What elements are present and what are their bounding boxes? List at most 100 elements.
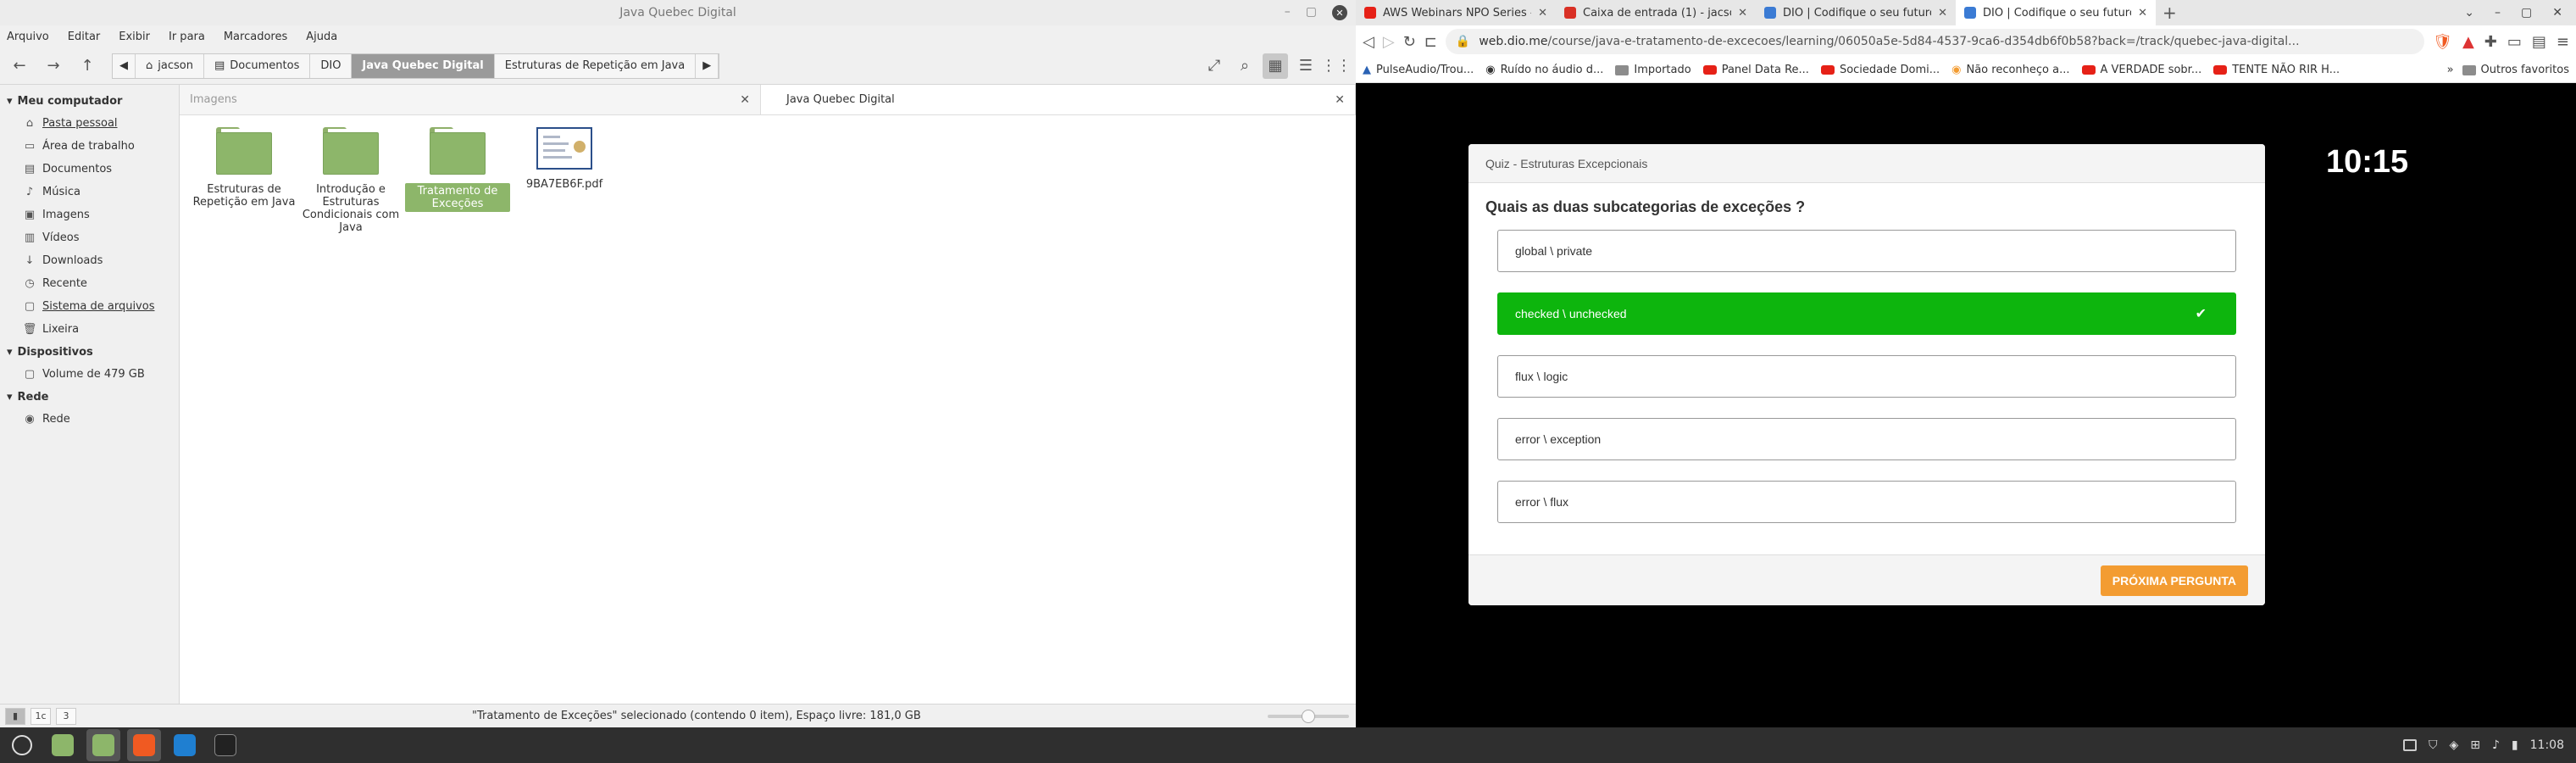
clock[interactable]: 11:08 xyxy=(2530,738,2564,752)
breadcrumb-next[interactable]: Estruturas de Repetição em Java xyxy=(495,53,697,78)
brave-shield-icon[interactable]: 🛡 xyxy=(2433,33,2452,51)
compact-view-icon[interactable]: ⋮⋮ xyxy=(1321,53,1352,79)
breadcrumb-current[interactable]: Java Quebec Digital xyxy=(352,53,495,78)
zoom-slider[interactable] xyxy=(1268,709,1349,723)
status-button-1c[interactable]: 1c xyxy=(31,707,51,725)
browser-tab[interactable]: DIO | Codifique o seu futuro glob✕ xyxy=(1756,0,1956,25)
breadcrumb-documentos[interactable]: ▤ Documentos xyxy=(204,53,311,78)
maximize-icon[interactable]: ▢ xyxy=(2521,6,2532,19)
menu-editar[interactable]: Editar xyxy=(68,31,101,43)
file-item-folder-selected[interactable]: Tratamento de Exceções xyxy=(405,122,510,234)
sidebar-item-music[interactable]: ♪ Música xyxy=(0,181,179,203)
close-icon[interactable]: ✕ xyxy=(1738,7,1747,19)
sidebar-item-network[interactable]: ◉ Rede xyxy=(0,408,179,431)
minimize-icon[interactable]: – xyxy=(1285,5,1291,20)
next-question-button[interactable]: PRÓXIMA PERGUNTA xyxy=(2100,565,2248,596)
taskbar-terminal[interactable] xyxy=(208,729,242,761)
brave-rewards-icon[interactable]: ▲ xyxy=(2462,33,2474,51)
file-item-folder[interactable]: Introdução e Estruturas Condicionais com… xyxy=(298,122,403,234)
menu-ajuda[interactable]: Ajuda xyxy=(306,31,337,43)
quiz-option[interactable]: flux \ logic xyxy=(1497,355,2236,398)
quiz-option[interactable]: global \ private xyxy=(1497,230,2236,272)
start-menu-button[interactable] xyxy=(5,729,39,761)
menu-marcadores[interactable]: Marcadores xyxy=(224,31,287,43)
sidebar-section-computer[interactable]: ▾ Meu computador xyxy=(0,90,179,112)
taskbar-vscode[interactable] xyxy=(168,729,202,761)
sidebar-item-downloads[interactable]: ↓ Downloads xyxy=(0,249,179,272)
menu-ir-para[interactable]: Ir para xyxy=(169,31,205,43)
sidebar-icon[interactable]: ▭ xyxy=(2507,33,2522,51)
forward-icon[interactable]: ▷ xyxy=(1383,33,1395,51)
close-icon[interactable]: ✕ xyxy=(1938,7,1947,19)
forward-icon[interactable]: → xyxy=(41,53,66,79)
browser-tab[interactable]: AWS Webinars NPO Series - Devop✕ xyxy=(1356,0,1556,25)
up-icon[interactable]: ↑ xyxy=(75,53,100,79)
new-tab-icon[interactable]: + xyxy=(2162,3,2177,23)
clipboard-icon[interactable] xyxy=(2402,739,2417,751)
other-bookmarks[interactable]: Outros favoritos xyxy=(2462,64,2569,76)
sidebar-toggle-icon[interactable]: ▮ xyxy=(5,707,25,725)
bookmark-item[interactable]: A VERDADE sobr... xyxy=(2081,64,2201,76)
sidebar-section-network[interactable]: ▾ Rede xyxy=(0,386,179,408)
bookmark-item[interactable]: ◉ Ruído no áudio d... xyxy=(1485,64,1603,76)
address-bar[interactable]: 🔒 web.dio.me/course/java-e-tratamento-de… xyxy=(1445,29,2425,54)
taskbar-files-launcher[interactable] xyxy=(46,729,80,761)
breadcrumb-home[interactable]: ⌂ jacson xyxy=(136,53,204,78)
quiz-option[interactable]: error \ flux xyxy=(1497,481,2236,523)
quiz-option[interactable]: error \ exception xyxy=(1497,418,2236,460)
bookmark-item[interactable]: ▲ PulseAudio/Trou... xyxy=(1363,64,1474,76)
volume-icon[interactable]: ♪ xyxy=(2492,738,2500,752)
bookmark-icon[interactable]: ⊏ xyxy=(1424,33,1437,51)
menu-icon[interactable]: ≡ xyxy=(2557,33,2569,51)
breadcrumb-left-arrow-icon[interactable]: ◀ xyxy=(113,53,136,78)
close-icon[interactable]: ✕ xyxy=(1538,7,1547,19)
breadcrumb-dio[interactable]: DIO xyxy=(310,53,353,78)
bookmark-folder[interactable]: Importado xyxy=(1615,64,1691,76)
bookmark-item[interactable]: ◉ Não reconheço a... xyxy=(1951,64,2069,76)
quiz-option-correct[interactable]: checked \ unchecked ✔ xyxy=(1497,292,2236,335)
chevron-right-icon[interactable]: » xyxy=(2447,64,2454,76)
bookmark-item[interactable]: TENTE NÃO RIR H... xyxy=(2213,64,2340,76)
taskbar-brave-window[interactable] xyxy=(127,729,161,761)
wallet-icon[interactable]: ▤ xyxy=(2532,33,2546,51)
breadcrumb-right-arrow-icon[interactable]: ▶ xyxy=(696,53,719,78)
extensions-icon[interactable]: ✚ xyxy=(2484,33,2497,51)
shield-icon[interactable]: ⛉ xyxy=(2429,738,2438,752)
tab-list-icon[interactable]: ⌄ xyxy=(2464,6,2474,19)
sidebar-item-desktop[interactable]: ▭ Área de trabalho xyxy=(0,135,179,158)
zoom-slider-knob[interactable] xyxy=(1302,709,1315,723)
sidebar-item-home[interactable]: ⌂ Pasta pessoal xyxy=(0,112,179,135)
location-toggle-icon[interactable]: ⤢ xyxy=(1202,53,1227,79)
close-icon[interactable]: ✕ xyxy=(740,93,750,107)
back-icon[interactable]: ← xyxy=(7,53,32,79)
file-view[interactable]: Imagens ✕ Java Quebec Digital ✕ Estruturas… xyxy=(180,85,1356,727)
pane-tab-current[interactable]: Java Quebec Digital ✕ xyxy=(761,85,1356,114)
search-icon[interactable]: ⌕ xyxy=(1232,53,1257,79)
close-icon[interactable]: ✕ xyxy=(1332,5,1347,20)
sidebar-item-trash[interactable]: 🗑 Lixeira xyxy=(0,318,179,341)
sidebar-item-volume[interactable]: ▢ Volume de 479 GB xyxy=(0,363,179,386)
update-icon[interactable]: ◈ xyxy=(2449,738,2458,752)
browser-tab-active[interactable]: DIO | Codifique o seu futuro g ✕ xyxy=(1956,0,2156,25)
close-icon[interactable]: ✕ xyxy=(2552,6,2562,19)
sidebar-item-filesystem[interactable]: ▢ Sistema de arquivos xyxy=(0,295,179,318)
minimize-icon[interactable]: – xyxy=(2495,6,2501,19)
sidebar-section-devices[interactable]: ▾ Dispositivos xyxy=(0,341,179,363)
close-icon[interactable]: ✕ xyxy=(2138,7,2147,19)
file-item-pdf[interactable]: 9BA7EB6F.pdf xyxy=(512,122,617,234)
file-item-folder[interactable]: Estruturas de Repetição em Java xyxy=(192,122,297,234)
sidebar-item-documents[interactable]: ▤ Documentos xyxy=(0,158,179,181)
menu-arquivo[interactable]: Arquivo xyxy=(7,31,49,43)
reload-icon[interactable]: ↻ xyxy=(1403,33,1416,51)
bookmark-item[interactable]: Sociedade Domi... xyxy=(1820,64,1940,76)
network-icon[interactable]: ⊞ xyxy=(2470,738,2480,752)
pane-tab-images[interactable]: Imagens ✕ xyxy=(180,85,761,114)
sidebar-item-recent[interactable]: ◷ Recente xyxy=(0,272,179,295)
window-titlebar[interactable]: Java Quebec Digital – ▢ ✕ xyxy=(0,0,1356,25)
menu-exibir[interactable]: Exibir xyxy=(119,31,150,43)
browser-tab[interactable]: Caixa de entrada (1) - jacsonbleite✕ xyxy=(1556,0,1756,25)
battery-icon[interactable]: ▮ xyxy=(2512,738,2518,752)
close-icon[interactable]: ✕ xyxy=(1335,93,1345,107)
taskbar-files-window[interactable] xyxy=(86,729,120,761)
sidebar-item-videos[interactable]: ▥ Vídeos xyxy=(0,226,179,249)
